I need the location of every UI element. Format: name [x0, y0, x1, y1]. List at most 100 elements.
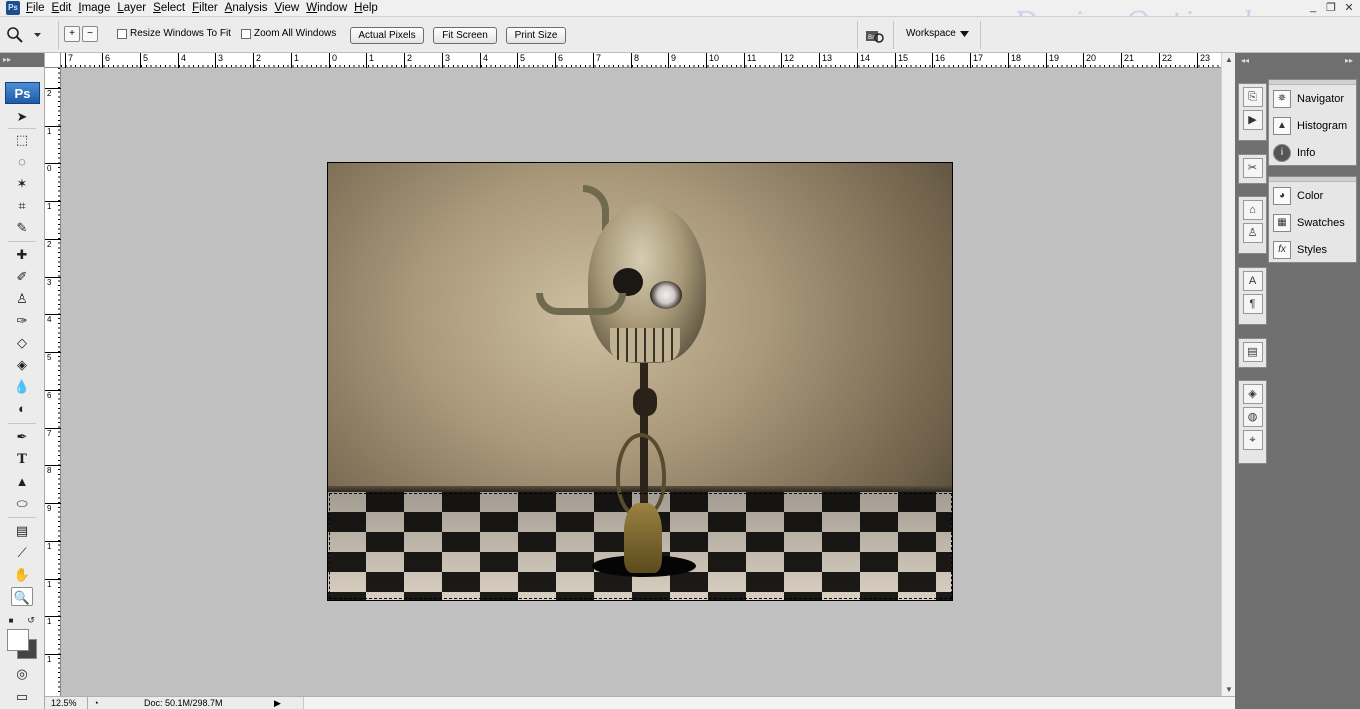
fit-screen-button[interactable]: Fit Screen — [433, 27, 497, 44]
close-button[interactable]: ✕ — [1342, 1, 1356, 14]
menu-image[interactable]: Image — [78, 0, 117, 17]
checkbox-box[interactable] — [117, 28, 127, 39]
dock-group: ⌂ ♙ — [1238, 196, 1267, 254]
foreground-color-swatch[interactable] — [7, 629, 29, 651]
dodge-tool-icon[interactable]: ◐ — [11, 399, 33, 418]
path-selection-icon[interactable]: ▲ — [11, 472, 33, 491]
status-menu-arrow-icon[interactable]: ▶ — [274, 698, 281, 709]
zoom-level-field[interactable]: 12.5% — [45, 696, 88, 709]
histogram-panel-button[interactable]: ▲ Histogram — [1269, 112, 1356, 139]
layer-comps-panel-icon[interactable]: ▤ — [1242, 342, 1263, 362]
scroll-down-icon[interactable]: ▼ — [1225, 685, 1233, 694]
blur-tool-icon[interactable]: 💧 — [11, 377, 33, 396]
menu-select[interactable]: Select — [153, 0, 192, 17]
vertical-ruler[interactable]: 2 1 0 1 2 3 4 5 6 7 8 9 1 1 1 1 — [45, 68, 61, 696]
tool-presets-panel-icon[interactable]: ✂ — [1242, 158, 1263, 178]
histogram-icon: ▲ — [1273, 116, 1291, 135]
photoshop-app-icon[interactable]: Ps — [6, 1, 20, 15]
crop-tool-icon[interactable]: ⌗ — [11, 196, 33, 215]
move-tool-icon[interactable]: ➤ — [11, 107, 33, 126]
notes-tool-icon[interactable]: ▤ — [11, 521, 33, 540]
eraser-tool-icon[interactable]: ◇ — [11, 333, 33, 352]
toolbox: ▸▸ Ps ➤ ⬚ ◌ ✶ ⌗ ✎ ✚ ✐ ♙ ✑ ◇ ◈ 💧 ◐ ✒ T ▲ … — [0, 53, 45, 709]
menu-help[interactable]: Help — [354, 0, 385, 17]
ruler-tick-label: 3 — [215, 53, 223, 68]
history-panel-icon[interactable]: ⎘ — [1242, 87, 1263, 107]
workspace-menu[interactable]: Workspace — [906, 28, 969, 39]
character-panel-icon[interactable]: A — [1242, 271, 1263, 291]
checkbox-box[interactable] — [241, 28, 251, 39]
actions-panel-icon[interactable]: ▶ — [1242, 110, 1263, 130]
ruler-tick-label: 8 — [45, 465, 61, 475]
menu-analysis[interactable]: Analysis — [225, 0, 275, 17]
layers-panel-icon[interactable]: ◈ — [1242, 384, 1263, 404]
menu-edit[interactable]: Edit — [52, 0, 79, 17]
zoom-tool-icon[interactable]: 🔍 — [11, 587, 33, 606]
document-image[interactable] — [327, 162, 953, 601]
lasso-tool-icon[interactable]: ◌ — [11, 152, 33, 171]
document-canvas-area[interactable] — [61, 68, 1221, 696]
zoom-mode-buttons: + − — [64, 26, 98, 42]
type-tool-icon[interactable]: T — [11, 450, 33, 469]
minimize-button[interactable]: _ — [1306, 1, 1320, 14]
pen-tool-icon[interactable]: ✒ — [11, 427, 33, 446]
brush-tool-icon[interactable]: ✐ — [11, 267, 33, 286]
actual-pixels-button[interactable]: Actual Pixels — [350, 27, 424, 44]
zoom-all-windows-checkbox[interactable]: Zoom All Windows — [241, 28, 336, 39]
menu-layer[interactable]: Layer — [117, 0, 153, 17]
ruler-tick-label: 3 — [442, 53, 450, 68]
slice-tool-icon[interactable]: ✎ — [11, 218, 33, 237]
screen-mode-icon[interactable]: ▭ — [11, 687, 33, 706]
marquee-tool-icon[interactable]: ⬚ — [11, 130, 33, 149]
dock-collapse-icon[interactable]: ◂◂ — [1237, 56, 1268, 69]
scroll-up-icon[interactable]: ▲ — [1225, 55, 1233, 64]
default-colors-icon[interactable]: ■ — [5, 611, 17, 630]
eyedropper-tool-icon[interactable]: ⟋ — [11, 543, 33, 562]
clone-source-panel-icon[interactable]: ♙ — [1242, 223, 1263, 243]
navigator-panel-button[interactable]: ✵ Navigator — [1269, 85, 1356, 112]
dock-expand-icon[interactable]: ▸▸ — [1268, 56, 1357, 69]
healing-brush-icon[interactable]: ✚ — [11, 245, 33, 264]
zoom-in-icon[interactable]: + — [64, 26, 80, 42]
color-panel-button[interactable]: ◕ Color — [1269, 182, 1356, 209]
menu-file[interactable]: File — [26, 0, 52, 17]
horizontal-ruler[interactable]: 7 6 5 4 3 2 1 0 1 2 3 4 5 6 7 8 9 10 11 … — [61, 53, 1221, 68]
paint-bucket-icon[interactable]: ◈ — [11, 355, 33, 374]
paths-panel-icon[interactable]: ⌖ — [1242, 430, 1263, 450]
ruler-tick-label: 21 — [1121, 53, 1134, 68]
menu-filter[interactable]: Filter — [192, 0, 225, 17]
hand-tool-icon[interactable]: ✋ — [11, 565, 33, 584]
photoshop-badge[interactable]: Ps — [5, 82, 40, 104]
info-panel-button[interactable]: i Info — [1269, 139, 1356, 166]
vertical-scrollbar[interactable]: ▲ ▼ — [1221, 53, 1235, 696]
ellipse-shape-icon[interactable]: ⬭ — [11, 494, 33, 513]
print-size-button[interactable]: Print Size — [506, 27, 566, 44]
menu-window[interactable]: Window — [306, 0, 354, 17]
collapsed-panel-icons: ◂◂ ⎘ ▶ ✂ ⌂ ♙ A ¶ ▤ ◈ ◍ ⌖ — [1237, 56, 1268, 656]
ruler-tick-label: 2 — [45, 239, 61, 249]
swatches-panel-button[interactable]: ▦ Swatches — [1269, 209, 1356, 236]
ruler-tick-label: 9 — [668, 53, 676, 68]
paragraph-panel-icon[interactable]: ¶ — [1242, 294, 1263, 314]
ruler-tick-label: 15 — [895, 53, 908, 68]
zoom-out-icon[interactable]: − — [82, 26, 98, 42]
status-info-icon[interactable]: ◔ — [88, 698, 104, 708]
restore-button[interactable]: ❐ — [1324, 1, 1338, 14]
marquee-selection[interactable] — [329, 493, 952, 599]
menu-view[interactable]: View — [275, 0, 307, 17]
tool-preset-picker[interactable] — [6, 25, 50, 45]
clone-stamp-icon[interactable]: ♙ — [11, 289, 33, 308]
quick-mask-icon[interactable]: ◎ — [11, 664, 33, 683]
styles-panel-button[interactable]: fx Styles — [1269, 236, 1356, 263]
channels-panel-icon[interactable]: ◍ — [1242, 407, 1263, 427]
magic-wand-tool-icon[interactable]: ✶ — [11, 174, 33, 193]
horizontal-scrollbar[interactable] — [303, 697, 1235, 709]
resize-windows-checkbox[interactable]: Resize Windows To Fit — [117, 28, 231, 39]
bridge-button[interactable]: Br — [865, 27, 885, 44]
brushes-panel-icon[interactable]: ⌂ — [1242, 200, 1263, 220]
ruler-origin[interactable] — [45, 53, 61, 68]
toolbox-collapse-icon[interactable]: ▸▸ — [0, 53, 44, 67]
ruler-tick-label: 3 — [45, 277, 61, 287]
swap-colors-icon[interactable]: ↺ — [25, 611, 37, 630]
history-brush-icon[interactable]: ✑ — [11, 311, 33, 330]
